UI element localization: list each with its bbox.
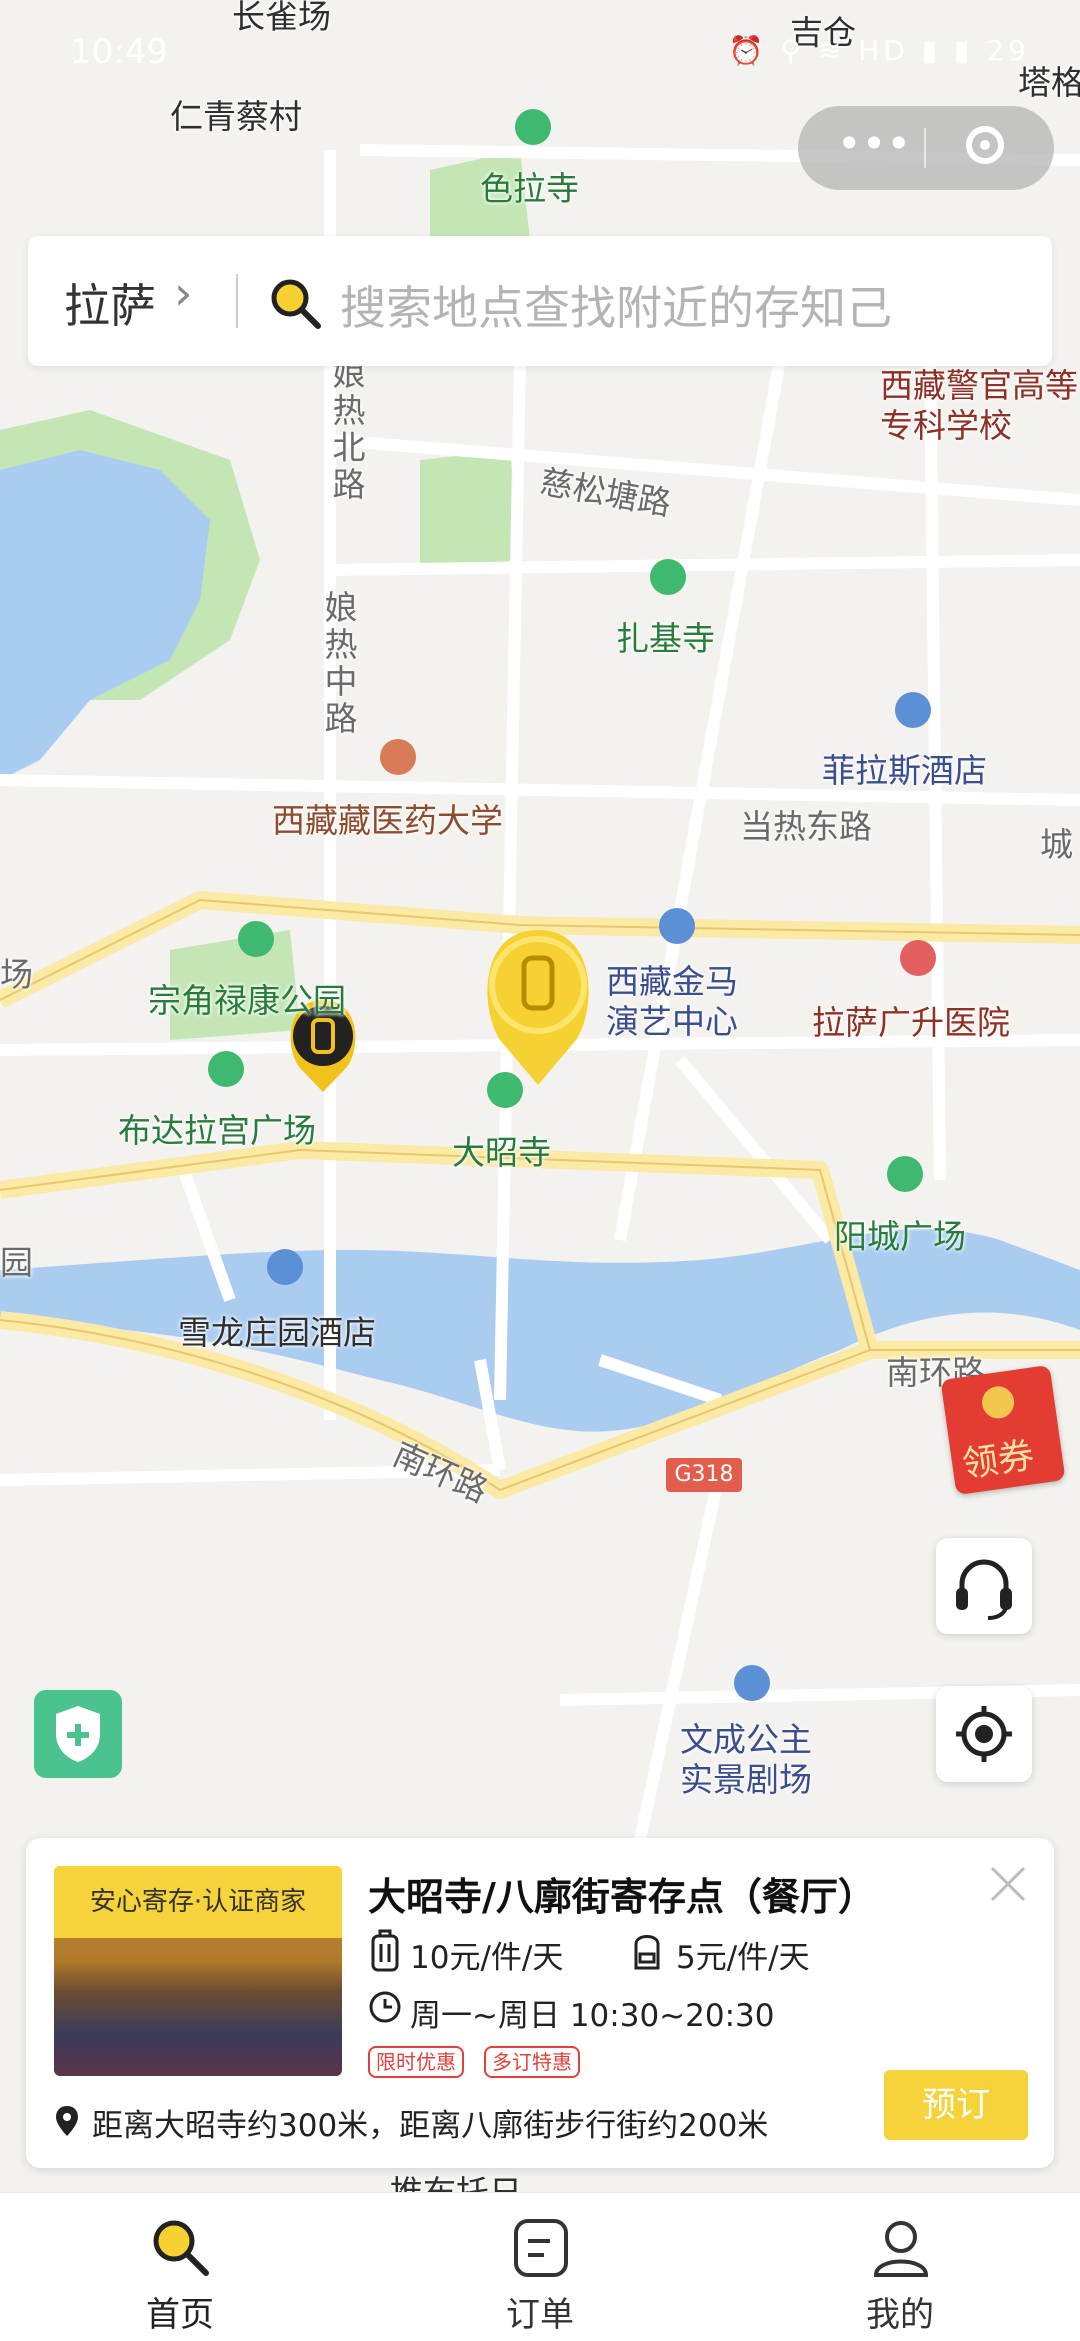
poi-marker [515, 109, 551, 145]
search-input[interactable]: 搜索地点查找附近的存知己 [340, 272, 892, 338]
close-icon[interactable] [982, 1858, 1034, 1910]
locate-me-button[interactable] [936, 1686, 1032, 1782]
poi-marker [267, 1249, 303, 1285]
store-photo: 安心寄存·认证商家 [54, 1866, 342, 2076]
luggage-icon [371, 1929, 399, 1972]
poi-marker [895, 692, 931, 728]
map-label-sela-temple: 色拉寺 [480, 169, 579, 208]
map-label: 布达拉宫广场 [118, 1111, 316, 1150]
customer-service-button[interactable] [936, 1538, 1032, 1634]
tab-label: 订单 [506, 2295, 574, 2335]
more-dots-icon[interactable]: ••• [834, 123, 914, 165]
map-label: 西藏金马 演艺中心 [606, 962, 738, 1041]
map-label: 宗角禄康公园 [148, 981, 346, 1020]
clock-icon [369, 1991, 401, 2023]
tab-orders[interactable]: 订单 [440, 2193, 640, 2341]
poi-marker [380, 739, 416, 775]
map-label: 文成公主 实景剧场 [680, 1720, 812, 1799]
map-label: 城 [1040, 825, 1073, 864]
tab-profile[interactable]: 我的 [800, 2193, 1000, 2341]
poi-marker [238, 921, 274, 957]
status-bar: 10:49 ⏰ ⚲ ≋ HD ▮ ▮ 29 [0, 0, 1080, 110]
map-label: 雪龙庄园酒店 [178, 1313, 376, 1352]
distance-info: 距离大昭寺约300米，距离八廓街步行街约200米 [92, 2108, 769, 2144]
map-label: 阳城广场 [834, 1217, 966, 1256]
price-bag: 5元/件/天 [676, 1940, 810, 1976]
map-label: 西藏藏医药大学 [272, 801, 503, 840]
map-label: 场 [0, 955, 33, 994]
promo-badge: 限时优惠 [368, 2046, 464, 2078]
map-label-road: 娘热中路 [319, 590, 358, 738]
poi-marker [650, 559, 686, 595]
search-divider [236, 274, 238, 328]
chevron-right-icon: › [174, 266, 193, 320]
profile-icon [873, 2221, 929, 2277]
tab-label: 首页 [146, 2295, 214, 2335]
coupon-coin-icon [980, 1384, 1017, 1421]
capsule-divider [924, 128, 926, 168]
tab-home[interactable]: 首页 [80, 2193, 280, 2341]
promo-badge: 多订特惠 [484, 2046, 580, 2078]
search-icon [153, 2220, 209, 2276]
search-bar[interactable]: 拉萨 › 搜索地点查找附近的存知己 [28, 236, 1052, 366]
target-circle-icon[interactable] [966, 126, 1004, 164]
map-label: 西藏警官高等 专科学校 [880, 366, 1078, 445]
coupon-label: 领券 [959, 1435, 1037, 1486]
map-label: 拉萨广升医院 [812, 1003, 1010, 1042]
store-title: 大昭寺/八廓街寄存点（餐厅） [368, 1875, 876, 1919]
poi-marker [487, 1072, 523, 1108]
map-label: 园 [0, 1243, 33, 1282]
search-icon [271, 279, 321, 329]
map-label-jokhang: 大昭寺 [452, 1133, 551, 1172]
tab-label: 我的 [866, 2295, 934, 2335]
poi-marker [900, 940, 936, 976]
poi-marker [887, 1156, 923, 1192]
poi-marker [208, 1051, 244, 1087]
miniprogram-capsule: ••• [798, 106, 1054, 190]
map-label-road: 当热东路 [740, 807, 872, 846]
book-button[interactable]: 预订 [884, 2070, 1028, 2140]
certified-tag: 安心寄存·认证商家 [54, 1866, 342, 1938]
city-selector[interactable]: 拉萨 [64, 270, 156, 336]
poi-marker [659, 908, 695, 944]
order-list-icon [514, 2219, 568, 2277]
road-shield-label: G318 [674, 1462, 734, 1487]
bag-icon [634, 1935, 660, 1970]
poi-marker [734, 1665, 770, 1701]
shield-icon [56, 1706, 100, 1762]
locate-icon [956, 1706, 1012, 1762]
coupon-button[interactable]: 领券 [940, 1364, 1066, 1496]
safety-shield-button[interactable] [34, 1690, 122, 1778]
price-luggage: 10元/件/天 [410, 1940, 564, 1976]
map-label-zhaji-temple: 扎基寺 [616, 619, 715, 658]
status-time: 10:49 [70, 32, 168, 72]
status-icons: ⏰ ⚲ ≋ HD ▮ ▮ 29 [728, 34, 1030, 67]
map-label: 菲拉斯酒店 [822, 751, 987, 790]
headset-icon [956, 1559, 1012, 1620]
map-label-road: 娘热北路 [327, 356, 366, 504]
storage-point-card[interactable]: 安心寄存·认证商家 大昭寺/八廓街寄存点（餐厅） 10元/件/天 5元/件/天 … [26, 1838, 1054, 2168]
opening-hours: 周一~周日 10:30~20:30 [410, 1998, 775, 2034]
tab-bar: 首页 订单 我的 [0, 2192, 1080, 2341]
location-pin-icon [56, 2106, 78, 2136]
